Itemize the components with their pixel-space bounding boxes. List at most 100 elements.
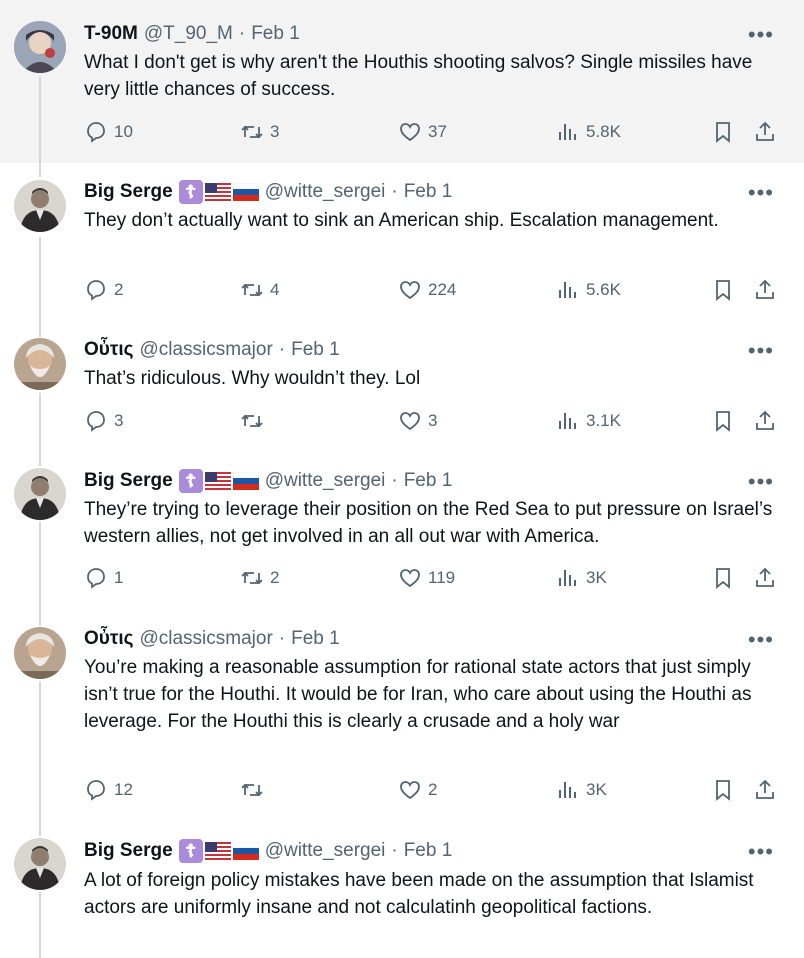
- bookmark-icon: [716, 122, 730, 143]
- timestamp[interactable]: Feb 1: [404, 181, 453, 203]
- avatar[interactable]: [14, 338, 66, 390]
- share-button[interactable]: [753, 778, 777, 802]
- bookmark-button[interactable]: [711, 278, 735, 302]
- tweet-4[interactable]: Οὖτις @classicsmajor · Feb 1 ••• You’re …: [0, 618, 804, 830]
- retweet-button[interactable]: 2: [240, 566, 279, 590]
- dot-separator: ·: [278, 339, 286, 360]
- share-button[interactable]: [753, 278, 777, 302]
- timestamp[interactable]: Feb 1: [291, 628, 340, 650]
- tweet-0[interactable]: T-90M @T_90_M · Feb 1 ••• What I don't g…: [0, 0, 804, 163]
- dot-separator: ·: [391, 840, 398, 861]
- timestamp[interactable]: Feb 1: [291, 339, 340, 361]
- tweet-5[interactable]: Big Serge ☦ @witte_sergei · Feb 1 ••• A …: [0, 830, 804, 958]
- action-bar: 10 3 37 5.8K: [0, 120, 804, 150]
- retweet-button[interactable]: 4: [240, 278, 279, 302]
- reply-button[interactable]: 3: [84, 409, 123, 433]
- profile-badges: ☦: [178, 180, 259, 204]
- handle[interactable]: @T_90_M: [144, 23, 233, 45]
- retweet-button[interactable]: [240, 409, 270, 433]
- action-bar: 12 2 3K: [0, 778, 804, 808]
- share-button[interactable]: [753, 120, 777, 144]
- display-name[interactable]: Οὖτις: [84, 628, 133, 650]
- views-button[interactable]: 3.1K: [556, 409, 621, 433]
- reply-icon: [87, 568, 105, 589]
- share-icon: [756, 410, 774, 430]
- more-icon[interactable]: •••: [748, 629, 774, 651]
- handle[interactable]: @witte_sergei: [265, 470, 386, 492]
- bookmark-button[interactable]: [711, 409, 735, 433]
- avatar[interactable]: [14, 627, 66, 679]
- reply-count: 12: [114, 780, 133, 799]
- more-icon[interactable]: •••: [748, 841, 774, 863]
- display-name[interactable]: Big Serge: [84, 470, 173, 492]
- like-button[interactable]: 119: [398, 566, 455, 590]
- bookmark-button[interactable]: [711, 120, 735, 144]
- tweet-text: That’s ridiculous. Why wouldn’t they. Lo…: [84, 368, 421, 389]
- reply-button[interactable]: 10: [84, 120, 133, 144]
- handle[interactable]: @witte_sergei: [265, 181, 386, 203]
- display-name[interactable]: Big Serge: [84, 181, 173, 203]
- timestamp[interactable]: Feb 1: [404, 840, 453, 862]
- like-button[interactable]: 2: [398, 778, 437, 802]
- timestamp[interactable]: Feb 1: [251, 23, 300, 45]
- like-count: 224: [428, 280, 457, 299]
- tweet-2[interactable]: Οὖτις @classicsmajor · Feb 1 ••• That’s …: [0, 329, 804, 458]
- reply-button[interactable]: 12: [84, 778, 133, 802]
- avatar[interactable]: [14, 21, 66, 73]
- like-button[interactable]: 37: [398, 120, 447, 144]
- like-icon: [400, 123, 420, 142]
- like-button[interactable]: 3: [398, 409, 437, 433]
- action-bar: 2 4 224 5.6K: [0, 278, 804, 308]
- share-button[interactable]: [753, 409, 777, 433]
- views-button[interactable]: 3K: [556, 778, 607, 802]
- avatar[interactable]: [14, 180, 66, 232]
- avatar[interactable]: [14, 468, 66, 520]
- views-icon: [559, 413, 576, 429]
- display-name[interactable]: Big Serge: [84, 840, 173, 862]
- tweet-3[interactable]: Big Serge ☦ @witte_sergei · Feb 1 ••• Th…: [0, 458, 804, 618]
- reply-icon: [87, 280, 105, 301]
- tweet-header: T-90M @T_90_M · Feb 1: [84, 23, 300, 45]
- like-count: 2: [428, 780, 438, 799]
- like-icon: [400, 412, 420, 431]
- views-button[interactable]: 3K: [556, 566, 607, 590]
- retweet-button[interactable]: 3: [240, 120, 279, 144]
- views-button[interactable]: 5.6K: [556, 278, 621, 302]
- russia-flag-icon: [232, 472, 259, 490]
- reply-count: 1: [114, 568, 124, 587]
- views-count: 3K: [586, 568, 607, 587]
- views-count: 5.6K: [586, 280, 621, 299]
- tweet-header: Big Serge ☦ @witte_sergei · Feb 1: [84, 839, 453, 863]
- more-icon[interactable]: •••: [748, 471, 774, 493]
- orthodox-cross-icon: ☦: [178, 469, 203, 493]
- tweet-text: They’re trying to leverage their positio…: [84, 499, 773, 547]
- retweet-icon: [241, 414, 263, 428]
- like-button[interactable]: 224: [398, 278, 456, 302]
- timestamp[interactable]: Feb 1: [404, 470, 453, 492]
- thread-line: [39, 618, 41, 626]
- tweet-text: A lot of foreign policy mistakes have be…: [84, 870, 754, 918]
- reply-icon: [87, 411, 105, 432]
- display-name[interactable]: Οὖτις: [84, 339, 133, 361]
- views-button[interactable]: 5.8K: [556, 120, 621, 144]
- more-icon[interactable]: •••: [748, 340, 774, 362]
- views-icon: [559, 782, 576, 798]
- retweet-button[interactable]: [240, 778, 270, 802]
- share-button[interactable]: [753, 566, 777, 590]
- tweet-1[interactable]: Big Serge ☦ @witte_sergei · Feb 1 ••• Th…: [0, 163, 804, 329]
- avatar[interactable]: [14, 838, 66, 890]
- dot-separator: ·: [278, 628, 286, 649]
- bookmark-button[interactable]: [711, 566, 735, 590]
- bookmark-icon: [716, 411, 730, 432]
- tweet-header: Big Serge ☦ @witte_sergei · Feb 1: [84, 469, 453, 493]
- handle[interactable]: @classicsmajor: [139, 339, 272, 361]
- bookmark-button[interactable]: [711, 778, 735, 802]
- handle[interactable]: @witte_sergei: [265, 840, 386, 862]
- reply-button[interactable]: 2: [84, 278, 123, 302]
- more-icon[interactable]: •••: [748, 24, 774, 46]
- handle[interactable]: @classicsmajor: [139, 628, 272, 650]
- thread-line: [39, 458, 41, 466]
- display-name[interactable]: T-90M: [84, 23, 138, 45]
- more-icon[interactable]: •••: [748, 182, 774, 204]
- reply-button[interactable]: 1: [84, 566, 123, 590]
